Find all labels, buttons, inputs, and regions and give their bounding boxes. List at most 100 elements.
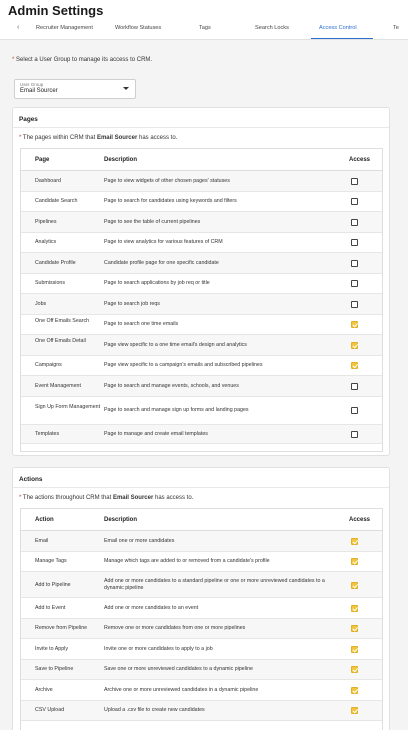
row-description: Page to view analytics for various featu… [104, 239, 223, 246]
access-checkbox[interactable] [351, 177, 358, 185]
table-row: One Off Emails Detail Page view specific … [21, 335, 382, 356]
table-row: Remove from Pipeline Remove one or more c… [21, 618, 382, 639]
row-description: Page to see the table of current pipelin… [104, 218, 201, 225]
access-checkbox[interactable] [351, 430, 358, 438]
divider [13, 487, 389, 488]
row-name: CSV Upload [35, 707, 65, 714]
access-checkbox[interactable] [351, 382, 358, 390]
row-name: Manage Tags [35, 558, 67, 565]
tab-workflow-statuses[interactable]: Workflow Statuses [115, 25, 161, 31]
access-checkbox[interactable] [351, 321, 358, 329]
table-row: Email Email one or more candidates [21, 531, 382, 552]
access-checkbox[interactable] [351, 604, 358, 612]
row-description: Add one or more candidates to an event [104, 604, 199, 611]
table-row: Analytics Page to view analytics for vari… [21, 233, 382, 253]
access-checkbox[interactable] [351, 666, 358, 674]
tab-overflow[interactable]: Te [393, 25, 399, 31]
access-checkbox[interactable] [351, 259, 358, 267]
tab-tags[interactable]: Tags [199, 25, 211, 31]
row-description: Archive one or more unreviewed candidate… [104, 686, 259, 693]
row-name: Candidate Search [35, 198, 78, 205]
access-checkbox[interactable] [351, 218, 358, 226]
access-checkbox[interactable] [351, 625, 358, 633]
pages-card: Pages * The pages within CRM that Email … [12, 107, 390, 456]
access-checkbox[interactable] [351, 537, 358, 545]
row-description: Page to search and manage events, school… [104, 382, 239, 389]
actions-subtitle: * The actions throughout CRM that Email … [19, 495, 194, 501]
column-header-action: Action [35, 517, 54, 523]
tab-bar: ‹ Recruiter Management Workflow Statuses… [0, 20, 408, 40]
table-row: CSV Upload Upload a .csv file to create n… [21, 700, 382, 721]
pages-subtitle: * The pages within CRM that Email Source… [19, 135, 178, 141]
actions-table: Action Description Access Email Email one… [20, 508, 383, 730]
pages-table: Page Description Access Dashboard Page to… [20, 148, 383, 452]
row-name: One Off Emails Search [35, 317, 90, 324]
row-description: Page to view widgets of other chosen pag… [104, 177, 230, 184]
table-row: Manage Tags Manage which tags are added t… [21, 552, 382, 572]
table-row: Dashboard Page to view widgets of other c… [21, 171, 382, 192]
access-checkbox[interactable] [351, 581, 358, 589]
row-description: Page to search one time emails [104, 321, 179, 328]
table-row: Event Management Page to search and manag… [21, 376, 382, 397]
actions-table-header: Action Description Access [21, 509, 382, 531]
row-name: Remove from Pipeline [35, 625, 88, 632]
access-checkbox[interactable] [351, 558, 358, 566]
row-description: Page to search for candidates using keyw… [104, 198, 237, 205]
row-name: Analytics [35, 239, 57, 246]
table-row: Invite to Apply Invite one or more candid… [21, 639, 382, 660]
tab-recruiter-management[interactable]: Recruiter Management [36, 25, 93, 31]
user-group-select[interactable]: User Group Email Sourcer [14, 79, 136, 99]
row-name: Save to Pipeline [35, 666, 74, 673]
row-name: Add to Pipeline [35, 581, 71, 588]
actions-title: Actions [19, 476, 43, 483]
table-row: Jobs Page to search job reqs [21, 294, 382, 315]
row-description: Page view specific to a campaign's email… [104, 362, 263, 369]
access-checkbox[interactable] [351, 280, 358, 288]
table-row: Archive Archive one or more unreviewed ca… [21, 680, 382, 701]
row-description: Page to search job reqs [104, 300, 160, 307]
access-checkbox[interactable] [351, 300, 358, 308]
row-name: Email [35, 537, 49, 544]
tab-access-control[interactable]: Access Control [319, 25, 357, 31]
pages-title: Pages [19, 116, 38, 123]
access-checkbox[interactable] [351, 362, 358, 370]
user-group-hint: * Select a User Group to manage its acce… [12, 57, 153, 63]
row-name: Candidate Profile [35, 259, 76, 266]
user-group-label: User Group [20, 82, 44, 87]
row-name: Dashboard [35, 177, 61, 184]
table-row: One Off Emails Search Page to search one … [21, 315, 382, 335]
active-tab-indicator [311, 38, 373, 39]
table-row: Add to Pipeline Add one or more candidate… [21, 572, 382, 598]
row-name: Archive [35, 686, 53, 693]
row-name: One Off Emails Detail [35, 338, 86, 345]
table-row: Save to Pipeline Save one or more unrevie… [21, 659, 382, 680]
access-checkbox[interactable] [351, 645, 358, 653]
row-description: Manage which tags are added to or remove… [104, 558, 270, 565]
column-header-description: Description [104, 157, 138, 163]
row-description: Email one or more candidates [104, 537, 175, 544]
row-name: Pipelines [35, 218, 57, 225]
row-description: Invite one or more candidates to apply t… [104, 645, 213, 652]
row-description: Remove one or more candidates from one o… [104, 625, 246, 632]
table-row: Candidate Search Page to search for candi… [21, 192, 382, 212]
access-checkbox[interactable] [351, 686, 358, 694]
page-title: Admin Settings [8, 3, 104, 18]
access-checkbox[interactable] [351, 341, 358, 349]
access-checkbox[interactable] [351, 239, 358, 247]
tabs-scroll-left-icon[interactable]: ‹ [17, 24, 19, 31]
table-row: Campaigns Page view specific to a campaig… [21, 356, 382, 376]
row-description: Page to search and manage sign up forms … [104, 407, 249, 413]
access-checkbox[interactable] [351, 707, 358, 715]
access-checkbox[interactable] [351, 407, 358, 414]
table-row: Sign Up Form Management Page to search an… [21, 397, 382, 425]
row-description: Add one or more candidates to a standard… [104, 578, 325, 591]
row-description: Page to search applications by job req o… [104, 280, 210, 287]
divider [13, 127, 389, 128]
tab-search-locks[interactable]: Search Locks [255, 25, 289, 31]
table-row: Add to Event Add one or more candidates t… [21, 598, 382, 619]
table-row: Candidate Profile Candidate profile page … [21, 253, 382, 274]
row-description: Page view specific to a one time email's… [104, 341, 247, 348]
table-row: Pipelines Page to see the table of curren… [21, 212, 382, 233]
row-name: Add to Event [35, 604, 66, 611]
access-checkbox[interactable] [351, 198, 358, 206]
